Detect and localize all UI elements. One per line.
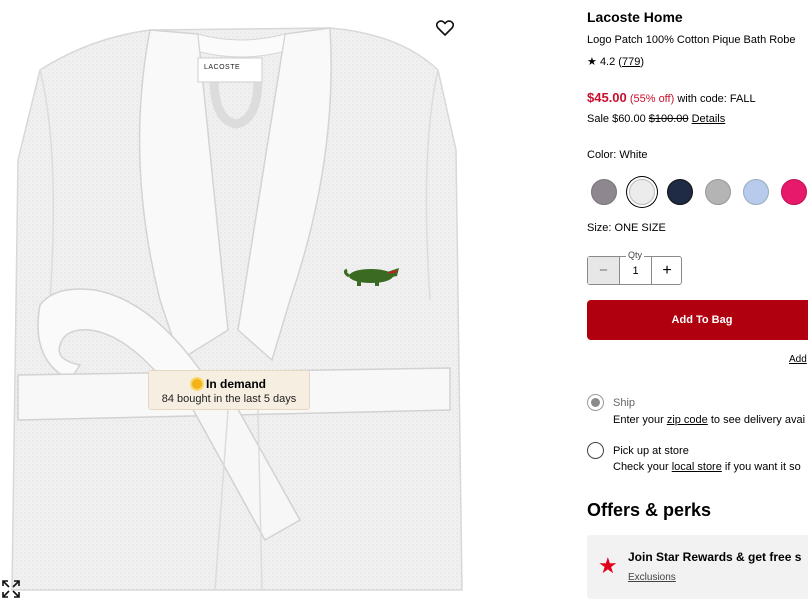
pickup-desc-prefix: Check your	[613, 461, 672, 473]
size-label: Size: ONE SIZE	[587, 222, 666, 234]
zip-code-link[interactable]: zip code	[667, 414, 708, 426]
color-swatch-heather[interactable]	[705, 179, 731, 205]
ship-radio[interactable]	[587, 394, 604, 411]
star-rewards-card[interactable]: ★ Join Star Rewards & get free s Exclusi…	[587, 535, 808, 599]
robe-label-text: LACOSTE	[204, 64, 241, 71]
ship-description: Enter your zip code to see delivery avai	[613, 414, 805, 426]
rating-value: 4.2	[599, 56, 616, 68]
rating: ★ 4.2 (779)	[587, 56, 644, 68]
pickup-radio[interactable]	[587, 442, 604, 459]
color-swatch-light-blue[interactable]	[743, 179, 769, 205]
color-label: Color: White	[587, 149, 648, 161]
sun-icon	[191, 379, 202, 389]
qty-increase-button[interactable]: +	[651, 257, 682, 284]
color-swatch-gray[interactable]	[591, 179, 617, 205]
ship-title: Ship	[613, 397, 636, 409]
pickup-description: Check your local store if you want it so	[613, 461, 801, 473]
heart-icon	[436, 20, 454, 36]
offers-heading: Offers & perks	[587, 500, 712, 520]
badge-subtitle: 84 bought in the last 5 days	[161, 393, 297, 405]
product-info-panel: Lacoste Home Logo Patch 100% Cotton Piqu…	[587, 0, 808, 608]
price-line: $45.00 (55% off) with code: FALL	[587, 90, 756, 105]
sale-label: Sale $60.00	[587, 113, 646, 125]
bath-robe-image	[11, 27, 463, 591]
details-link[interactable]: Details	[692, 113, 726, 125]
ship-desc-prefix: Enter your	[613, 414, 667, 426]
brand-name[interactable]: Lacoste Home	[587, 9, 683, 25]
badge-title: In demand	[205, 377, 266, 391]
sale-price: $45.00	[587, 90, 627, 105]
sale-line: Sale $60.00 $100.00 Details	[587, 113, 725, 125]
quantity-stepper: Qty − 1 +	[587, 250, 682, 285]
percent-off: (55% off)	[629, 93, 675, 105]
in-demand-badge: In demand 84 bought in the last 5 days	[148, 370, 310, 410]
qty-input[interactable]: 1	[620, 257, 651, 284]
star-icon: ★	[587, 56, 597, 68]
qty-decrease-button[interactable]: −	[588, 257, 620, 284]
expand-icon	[2, 580, 20, 598]
add-link[interactable]: Add	[789, 354, 807, 365]
add-to-bag-button[interactable]: Add To Bag	[587, 300, 808, 340]
color-swatch-navy[interactable]	[667, 179, 693, 205]
color-swatch-white[interactable]	[629, 179, 655, 205]
star-rewards-icon: ★	[598, 553, 618, 578]
original-price: $100.00	[648, 113, 689, 125]
color-swatch-pink[interactable]	[781, 179, 807, 205]
review-count-link[interactable]: 779	[622, 56, 640, 68]
expand-image-button[interactable]	[1, 579, 21, 599]
ship-desc-suffix: to see delivery avai	[707, 414, 806, 426]
pickup-desc-suffix: if you want it so	[721, 461, 801, 473]
promo-code-text: with code: FALL	[677, 93, 756, 105]
wishlist-button[interactable]	[432, 15, 458, 41]
pickup-title: Pick up at store	[613, 445, 689, 457]
product-name: Logo Patch 100% Cotton Pique Bath Robe	[587, 34, 796, 46]
star-rewards-title: Join Star Rewards & get free s	[628, 550, 802, 564]
exclusions-link[interactable]: Exclusions	[628, 572, 676, 583]
product-image[interactable]: LACOSTE In demand 84 bought in the last …	[0, 0, 470, 608]
local-store-link[interactable]: local store	[672, 461, 722, 473]
